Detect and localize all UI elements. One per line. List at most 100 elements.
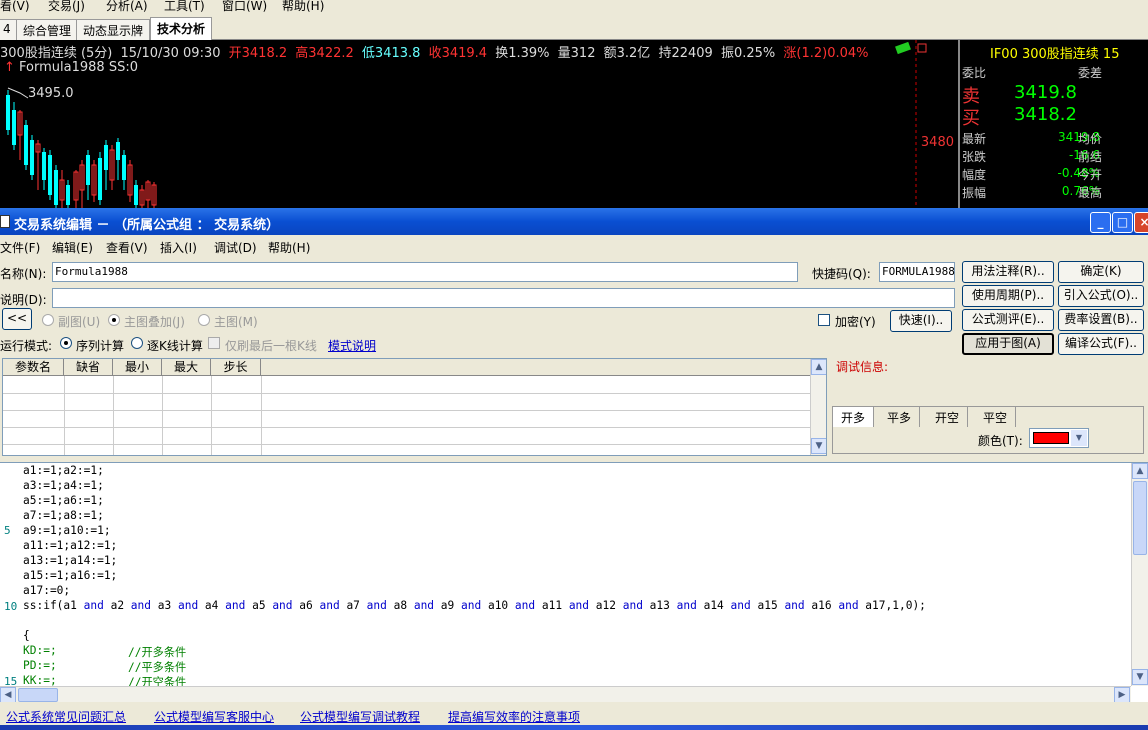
scroll-right-icon[interactable]: ▶ [1114,687,1130,702]
code-token: a6 [299,599,313,612]
dlg-menu-help[interactable]: 帮助(H) [268,239,310,256]
chart-settings-icon[interactable] [917,43,927,53]
tab-open-short[interactable]: 开空 [927,407,969,427]
scroll-down-icon[interactable]: ▼ [811,438,826,454]
code-editor[interactable]: 5 10 15 a1:=1;a2:=1; a3:=1;a4:=1; a5:=1;… [0,462,1148,702]
scroll-up-icon[interactable]: ▲ [1132,463,1148,479]
col-max[interactable]: 最大 [162,359,211,376]
tab-4[interactable]: 4 [0,19,18,40]
side-row-label2: 前结 [1078,150,1103,164]
support-center-link[interactable]: 公式模型编写客服中心 [154,708,274,725]
menu-tools[interactable]: 工具(T) [164,0,205,14]
table-row[interactable] [3,410,812,411]
maximize-icon[interactable]: □ [1112,212,1133,233]
formula-test-button[interactable]: 公式测评(E).. [962,309,1054,331]
radio-main-chart[interactable] [198,314,210,326]
minimize-icon[interactable]: _ [1090,212,1111,233]
code-keyword: and [615,599,650,612]
apply-to-chart-button[interactable]: 应用于图(A) [962,333,1054,355]
fee-settings-button[interactable]: 费率设置(B).. [1058,309,1144,331]
encrypt-checkbox[interactable] [818,314,830,326]
radio-sequential[interactable] [60,337,72,349]
color-label: 颜色(T): [978,434,1023,448]
chevron-down-icon[interactable]: ▼ [1071,430,1087,446]
candle-body [86,155,90,185]
menu-help[interactable]: 帮助(H) [282,0,324,14]
candle-body [122,155,126,180]
table-row[interactable] [3,393,812,394]
code-keyword: and [669,599,704,612]
mode-help-link[interactable]: 模式说明 [328,337,376,354]
quote-turnover: 换1.39% [495,46,550,61]
table-divider [64,376,65,455]
code-comment: //开多条件 [128,646,187,659]
col-default[interactable]: 缺省 [64,359,113,376]
code-keyword: and [508,599,542,612]
code-token: a14 [703,599,724,612]
color-select[interactable]: ▼ [1029,428,1089,448]
menu-analysis[interactable]: 分析(A) [106,0,148,14]
tutorial-link[interactable]: 公式模型编写调试教程 [300,708,420,725]
tab-open-long[interactable]: 开多 [833,407,875,427]
dlg-menu-file[interactable]: 文件(F) [0,239,40,256]
scroll-thumb[interactable] [1133,481,1147,555]
network-status-icon[interactable] [895,41,911,55]
hotkey-input[interactable]: FORMULA1988 [879,262,955,282]
name-input[interactable]: Formula1988 [52,262,798,282]
encrypt-label: 加密(Y) [835,315,876,329]
kline-chart[interactable]: 300股指连续 (5分) 15/10/30 09:30 开3418.2 高342… [0,40,958,208]
dlg-menu-debug[interactable]: 调试(D) [214,239,257,256]
dlg-menu-view[interactable]: 查看(V) [106,239,148,256]
scroll-thumb[interactable] [18,688,58,702]
candle-body [134,185,138,205]
collapse-button[interactable]: << [2,308,32,330]
import-formula-button[interactable]: 引入公式(O).. [1058,285,1144,307]
refresh-last-checkbox[interactable] [208,337,220,349]
menu-view[interactable]: 看(V) [0,0,30,14]
dialog-title-bar[interactable]: 交易系统编辑 － （所属公式组 ： 交易系统） _ □ × [0,208,1148,235]
description-label: 说明(D): [0,293,47,307]
side-row-label2: 最高 [1078,186,1103,200]
table-row[interactable] [3,427,812,428]
dlg-menu-edit[interactable]: 编辑(E) [52,239,93,256]
line-number: 10 [4,600,18,613]
side-row-label: 振幅 [962,186,987,200]
usage-notes-button[interactable]: 用法注释(R).. [962,261,1054,283]
tab-dynamic-board[interactable]: 动态显示牌 [76,19,151,40]
editor-horizontal-scrollbar[interactable]: ◀ ▶ [0,686,1131,702]
tab-close-long[interactable]: 平多 [879,407,921,427]
col-step[interactable]: 步长 [211,359,261,376]
efficiency-tips-link[interactable]: 提高编写效率的注意事项 [448,708,580,725]
radio-main-overlay[interactable] [108,314,120,326]
menu-window[interactable]: 窗口(W) [222,0,267,14]
code-token: a4 [204,599,219,612]
ok-button[interactable]: 确定(K) [1058,261,1144,283]
scroll-down-icon[interactable]: ▼ [1132,669,1148,685]
code-keyword: and [76,599,111,612]
close-icon[interactable]: × [1134,212,1148,233]
menu-trade[interactable]: 交易(J) [48,0,85,14]
radio-sub-chart[interactable] [42,314,54,326]
editor-vertical-scrollbar[interactable]: ▲ ▼ [1131,463,1148,686]
col-min[interactable]: 最小 [113,359,162,376]
code-token: a12 [595,599,616,612]
tab-close-short[interactable]: 平空 [975,407,1017,427]
fast-button[interactable]: 快速(I).. [890,310,952,332]
dlg-menu-insert[interactable]: 插入(I) [160,239,197,256]
radio-per-bar[interactable] [131,337,143,349]
buy-price: 3418.2 [1014,104,1077,125]
faq-link[interactable]: 公式系统常见问题汇总 [6,708,126,725]
table-divider [162,376,163,455]
tab-overview[interactable]: 综合管理 [16,19,79,40]
code-token: a16 [811,599,832,612]
scroll-left-icon[interactable]: ◀ [0,687,16,702]
tab-technical-analysis[interactable]: 技术分析 [150,17,213,40]
scroll-up-icon[interactable]: ▲ [811,359,826,375]
parameter-table[interactable]: 参数名 缺省 最小 最大 步长 ▲ ▼ [2,358,827,456]
table-row[interactable] [3,444,812,445]
description-input[interactable] [52,288,955,308]
period-button[interactable]: 使用周期(P).. [962,285,1054,307]
col-param-name[interactable]: 参数名 [3,359,64,376]
compile-formula-button[interactable]: 编译公式(F).. [1058,333,1144,355]
param-table-scrollbar[interactable]: ▲ ▼ [810,359,826,455]
